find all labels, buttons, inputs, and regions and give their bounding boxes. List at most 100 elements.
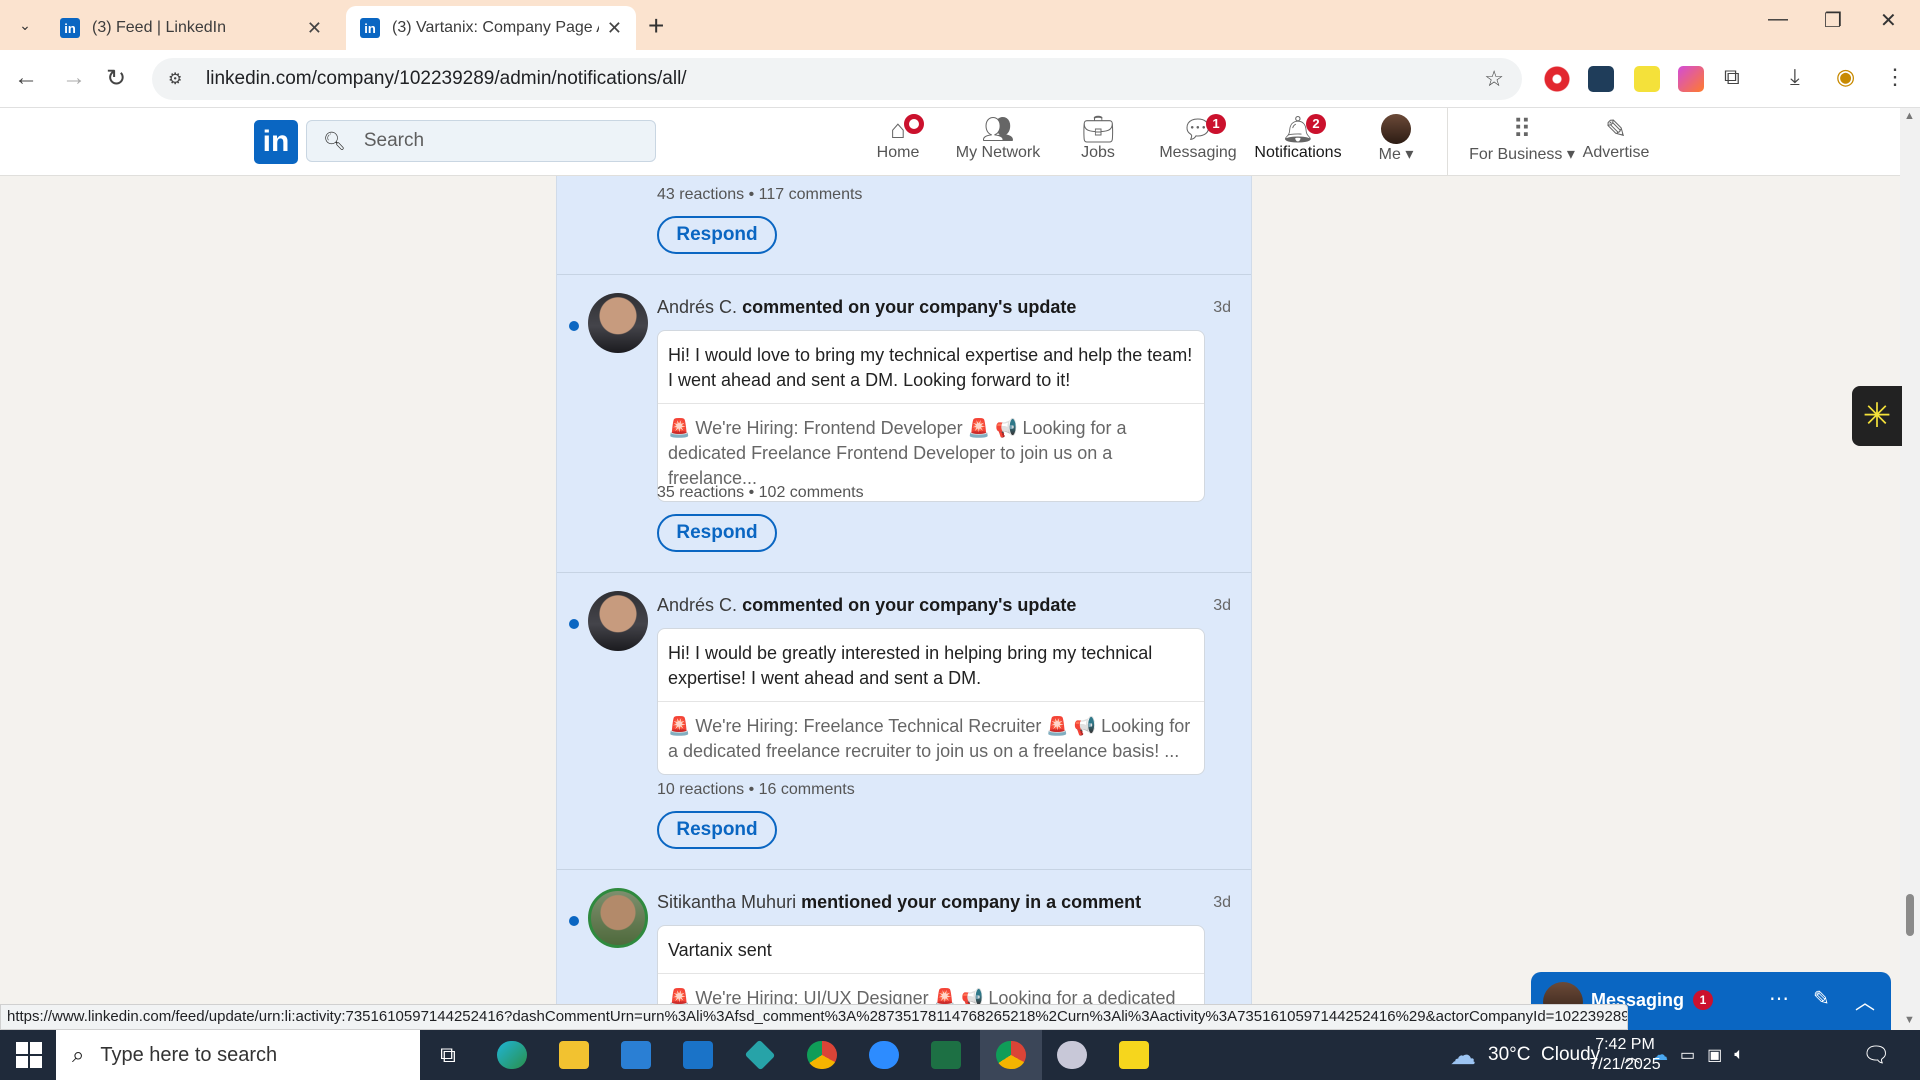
link-status-bar: https://www.linkedin.com/feed/update/urn… (0, 1004, 1628, 1030)
mail-icon[interactable] (678, 1038, 718, 1072)
tab-search-button[interactable]: ⌄ (8, 10, 42, 40)
close-window-icon[interactable]: ✕ (1880, 8, 1897, 33)
comment-text: Hi! I would be greatly interested in hel… (658, 629, 1204, 702)
taskbar-clock[interactable]: 7:42 PM 7/21/2025 (1560, 1035, 1690, 1075)
new-tab-button[interactable]: + (648, 10, 664, 42)
notification-item[interactable]: Andrés C. commented on your company's up… (557, 275, 1251, 573)
site-info-icon[interactable]: ⚙ (168, 69, 188, 89)
app-diamond-icon[interactable] (740, 1038, 780, 1072)
url-text[interactable]: linkedin.com/company/102239289/admin/not… (206, 68, 687, 90)
chrome-active-icon[interactable] (980, 1030, 1042, 1080)
actor-name[interactable]: Andrés C. (657, 595, 737, 615)
extension-folder-icon[interactable] (1588, 66, 1614, 92)
respond-button[interactable]: Respond (657, 811, 777, 849)
edge-icon[interactable] (492, 1038, 532, 1072)
page-scrollbar[interactable]: ▲ ▼ (1900, 108, 1920, 1030)
network-icon[interactable]: ▣ (1707, 1045, 1722, 1065)
file-explorer-icon[interactable] (554, 1038, 594, 1072)
unread-dot (569, 321, 579, 331)
notification-item[interactable]: 43 reactions • 117 comments Respond (557, 176, 1251, 275)
nav-my-network[interactable]: 👥︎ My Network (948, 112, 1048, 172)
windows-start-icon[interactable] (16, 1042, 42, 1068)
comment-card[interactable]: Hi! I would love to bring my technical e… (657, 330, 1205, 502)
nav-for-business[interactable]: ⠿ For Business ▾ (1462, 112, 1582, 172)
more-options-icon[interactable]: ⋯ (1769, 986, 1789, 1011)
notification-time: 3d (1213, 894, 1231, 911)
linkedin-logo[interactable]: in (254, 120, 298, 164)
action-center-icon[interactable]: 🗨︎ (1856, 1038, 1896, 1072)
tab-company-admin[interactable]: in (3) Vartanix: Company Page Admin ✕ (346, 6, 636, 50)
home-notification-dot (904, 114, 924, 134)
reaction-stats: 10 reactions • 16 comments (657, 781, 855, 798)
extensions-puzzle-icon[interactable]: ⧉ (1724, 64, 1740, 90)
scroll-thumb[interactable] (1906, 894, 1914, 936)
actor-name[interactable]: Andrés C. (657, 297, 737, 317)
clock-time: 7:42 PM (1595, 1036, 1655, 1053)
notification-item[interactable]: Andrés C. commented on your company's up… (557, 573, 1251, 870)
me-label: Me (1378, 146, 1401, 163)
nav-notifications[interactable]: 🔔︎ 2 Notifications (1248, 112, 1348, 172)
address-bar[interactable]: ⚙ linkedin.com/company/102239289/admin/n… (152, 58, 1522, 100)
profile-icon[interactable]: ◉ (1836, 64, 1855, 90)
zoom-icon[interactable] (864, 1038, 904, 1072)
task-view-icon[interactable]: ⧉ (428, 1038, 468, 1072)
chevron-up-icon[interactable]: ︿ (1855, 986, 1875, 1015)
nav-advertise[interactable]: ✎ Advertise (1566, 112, 1666, 172)
nav-me[interactable]: Me ▾ (1346, 112, 1446, 172)
notification-headline[interactable]: Andrés C. commented on your company's up… (657, 297, 1076, 318)
nav-jobs[interactable]: 💼︎ Jobs (1048, 112, 1148, 172)
tab-feed[interactable]: in (3) Feed | LinkedIn ✕ (46, 6, 336, 50)
menu-kebab-icon[interactable]: ⋮ (1884, 64, 1906, 90)
scroll-up-icon[interactable]: ▲ (1904, 110, 1915, 122)
excel-icon[interactable] (926, 1038, 966, 1072)
avatar[interactable] (588, 888, 648, 948)
compose-icon[interactable]: ✎ (1813, 986, 1830, 1011)
back-icon[interactable]: ← (14, 64, 38, 92)
chrome-icon[interactable] (802, 1038, 842, 1072)
nav-label: My Network (955, 144, 1041, 161)
chat-icon: 💬︎ 1 (1148, 112, 1248, 144)
search-box[interactable]: 🔍︎ (306, 120, 656, 162)
avatar[interactable] (588, 591, 648, 651)
extension-side-widget-icon[interactable]: ✳ (1852, 386, 1902, 446)
post-snippet[interactable]: 🚨 We're Hiring: Freelance Technical Recr… (658, 702, 1204, 774)
nav-label: Advertise (1582, 144, 1650, 161)
extension-star-icon[interactable] (1634, 66, 1660, 92)
notification-action: commented on your company's update (742, 297, 1077, 317)
bookmark-star-icon[interactable]: ☆ (1484, 66, 1504, 92)
extension-camera-icon[interactable] (1678, 66, 1704, 92)
forward-icon[interactable]: → (62, 64, 86, 92)
avatar[interactable] (588, 293, 648, 353)
linkedin-favicon-icon: in (60, 18, 80, 38)
volume-icon[interactable]: 🔈︎ (1734, 1046, 1744, 1064)
notification-headline[interactable]: Andrés C. commented on your company's up… (657, 595, 1076, 616)
app-paint-icon[interactable] (1052, 1038, 1092, 1072)
respond-button[interactable]: Respond (657, 216, 777, 254)
reaction-stats: 35 reactions • 102 comments (657, 484, 864, 501)
unread-dot (569, 619, 579, 629)
notification-headline[interactable]: Sitikantha Muhuri mentioned your company… (657, 892, 1141, 913)
close-tab-icon[interactable]: ✕ (607, 18, 622, 39)
nav-messaging[interactable]: 💬︎ 1 Messaging (1148, 112, 1248, 172)
nav-home[interactable]: ⌂ Home (848, 112, 948, 172)
extension-red-icon[interactable] (1544, 66, 1570, 92)
search-input[interactable] (363, 130, 624, 152)
reload-icon[interactable]: ↻ (106, 64, 126, 93)
tab-title: (3) Feed | LinkedIn (92, 19, 227, 36)
notification-action: commented on your company's update (742, 595, 1077, 615)
close-tab-icon[interactable]: ✕ (307, 18, 322, 39)
minimize-icon[interactable]: — (1768, 8, 1788, 31)
restore-icon[interactable]: ❐ (1824, 8, 1842, 33)
taskbar-search[interactable]: ⌕ Type here to search (56, 1030, 420, 1080)
notification-action: mentioned your company in a comment (801, 892, 1142, 912)
nav-label: Notifications (1254, 144, 1342, 161)
respond-button[interactable]: Respond (657, 514, 777, 552)
comment-card[interactable]: Hi! I would be greatly interested in hel… (657, 628, 1205, 775)
download-icon[interactable]: ⤓ (1790, 64, 1800, 90)
scroll-down-icon[interactable]: ▼ (1904, 1014, 1915, 1026)
sticky-notes-icon[interactable] (1114, 1038, 1154, 1072)
taskbar-search-placeholder[interactable]: Type here to search (100, 1044, 277, 1067)
linkedin-header: in 🔍︎ ⌂ Home 👥︎ My Network 💼︎ Jobs 💬︎1 M… (0, 108, 1900, 176)
store-icon[interactable] (616, 1038, 656, 1072)
actor-name[interactable]: Sitikantha Muhuri (657, 892, 796, 912)
